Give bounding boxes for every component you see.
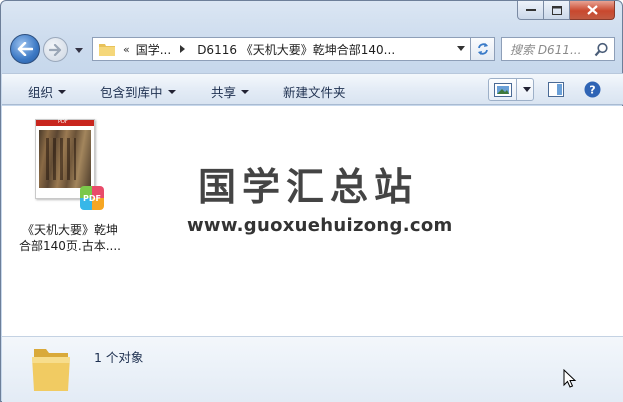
search-box[interactable]: 搜索 D611...: [501, 37, 615, 61]
maximize-button[interactable]: [544, 1, 570, 20]
new-folder-label: 新建文件夹: [283, 85, 346, 100]
refresh-button[interactable]: [471, 37, 495, 61]
details-pane: 1 个对象: [2, 336, 623, 402]
minimize-icon: [525, 9, 536, 11]
breadcrumb-root[interactable]: 国学...: [136, 41, 171, 58]
organize-menu[interactable]: 组织: [28, 82, 67, 101]
breadcrumb-arrow-icon[interactable]: [180, 45, 186, 53]
thumbnail-texture: [46, 138, 76, 180]
back-arrow-icon: [17, 42, 33, 56]
preview-pane-button[interactable]: [548, 82, 564, 100]
include-in-library-menu[interactable]: 包含到库中: [100, 82, 176, 101]
preview-pane-icon: [548, 82, 564, 97]
close-button[interactable]: [570, 1, 615, 20]
file-item[interactable]: PDF PDF 《天机大要》乾坤 合部140页.古本....: [12, 114, 128, 254]
explorer-window: « 国学... D6116 《天机大要》乾坤合部140... 搜索 D611..…: [0, 0, 623, 402]
chevron-down-icon: [241, 89, 250, 94]
file-name-line1: 《天机大要》乾坤: [21, 223, 118, 237]
breadcrumb-current[interactable]: D6116 《天机大要》乾坤合部140...: [197, 41, 395, 58]
forward-button[interactable]: [43, 37, 68, 62]
organize-label: 组织: [28, 85, 54, 100]
folder-icon: [32, 349, 70, 391]
pdf-icon: PDF: [80, 186, 104, 210]
watermark-title: 国学汇总站: [198, 165, 419, 209]
pdf-badge-label: PDF: [83, 193, 101, 203]
chevron-down-icon: [58, 89, 67, 94]
watermark-url: www.guoxuehuizong.com: [187, 215, 453, 236]
caption-buttons: [517, 1, 615, 21]
search-icon[interactable]: [594, 42, 609, 57]
folder-icon: [99, 44, 115, 56]
chevron-down-icon: [75, 47, 83, 53]
file-list-area[interactable]: PDF PDF 《天机大要》乾坤 合部140页.古本.... 国学汇总站 www…: [2, 106, 623, 336]
overflow-chevron[interactable]: «: [123, 43, 130, 56]
mouse-cursor-icon: [563, 369, 577, 388]
file-name[interactable]: 《天机大要》乾坤 合部140页.古本....: [12, 222, 128, 254]
maximize-icon: [551, 5, 562, 15]
close-icon: [586, 5, 598, 15]
command-bar: 组织 包含到库中 共享 新建文件夹 ?: [2, 73, 623, 105]
change-view-button[interactable]: [488, 78, 534, 101]
svg-text:?: ?: [589, 84, 595, 97]
share-menu[interactable]: 共享: [211, 82, 250, 101]
new-folder-button[interactable]: 新建文件夹: [283, 82, 346, 101]
chevron-down-icon[interactable]: [523, 87, 531, 92]
address-bar[interactable]: « 国学... D6116 《天机大要》乾坤合部140...: [92, 37, 471, 61]
navigation-bar: « 国学... D6116 《天机大要》乾坤合部140... 搜索 D611..…: [10, 34, 615, 64]
item-count: 1 个对象: [94, 350, 144, 365]
recent-pages-button[interactable]: [72, 43, 86, 57]
help-button[interactable]: ?: [584, 81, 601, 101]
address-dropdown-icon[interactable]: [457, 46, 465, 51]
thumbnail-header: PDF: [36, 119, 94, 126]
file-name-line2: 合部140页.古本....: [19, 239, 121, 253]
forward-arrow-icon: [49, 43, 62, 56]
refresh-icon: [477, 43, 488, 55]
view-icon: [494, 82, 512, 97]
help-icon: ?: [584, 81, 601, 98]
chevron-down-icon: [167, 89, 176, 94]
share-label: 共享: [211, 85, 237, 100]
include-in-library-label: 包含到库中: [100, 85, 163, 100]
view-separator: [516, 79, 517, 100]
back-button[interactable]: [10, 34, 40, 64]
minimize-button[interactable]: [517, 1, 544, 20]
search-placeholder[interactable]: 搜索 D611...: [510, 41, 594, 58]
